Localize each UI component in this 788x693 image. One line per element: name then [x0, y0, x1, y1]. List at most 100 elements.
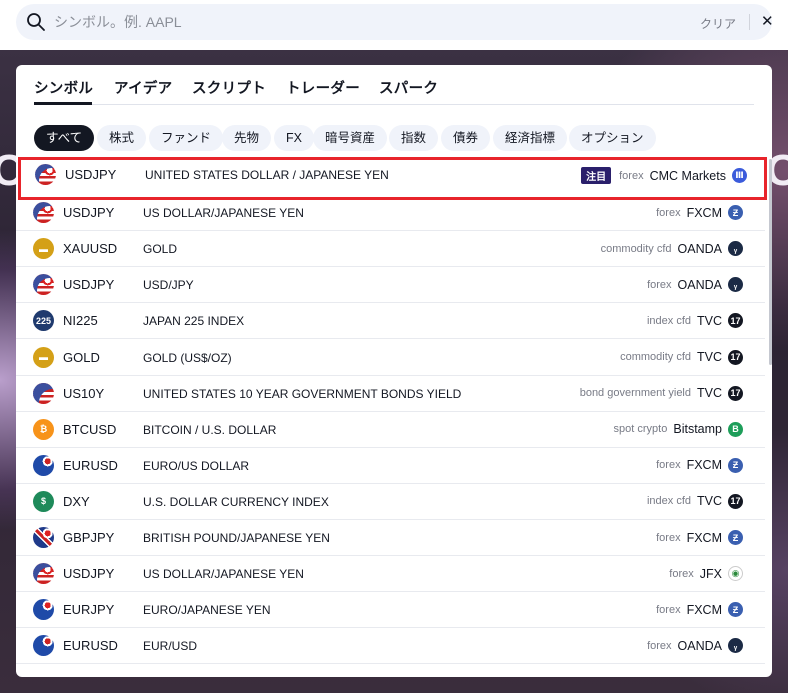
- tab-sparks[interactable]: スパーク: [379, 77, 438, 98]
- result-symbol: USDJPY: [63, 205, 115, 221]
- result-type: forex: [656, 206, 681, 219]
- result-description: US DOLLAR/JAPANESE YEN: [143, 206, 304, 221]
- result-exchange: FXCM: [686, 205, 722, 220]
- result-source: forex OANDA ᵧ: [647, 638, 743, 654]
- result-description: GOLD (US$/OZ): [143, 350, 232, 365]
- us-jp-flag-icon: [33, 274, 54, 296]
- search-results-panel: シンボル アイデア スクリプト トレーダー スパーク すべて 株式 ファンド 先…: [16, 65, 772, 677]
- result-row[interactable]: GBPJPY BRITISH POUND/JAPANESE YEN forex FXC…: [16, 520, 765, 556]
- clear-button[interactable]: クリア: [700, 15, 736, 32]
- search-icon: [27, 13, 45, 31]
- result-description: U.S. DOLLAR CURRENCY INDEX: [143, 494, 329, 509]
- result-type: forex: [619, 169, 644, 182]
- scrollbar[interactable]: [769, 159, 772, 365]
- result-exchange: TVC: [697, 386, 722, 401]
- filter-futures[interactable]: 先物: [222, 125, 272, 151]
- close-icon[interactable]: ✕: [761, 14, 774, 30]
- result-source: index cfd TVC 17: [647, 493, 743, 509]
- result-symbol: GOLD: [63, 349, 100, 365]
- tab-traders[interactable]: トレーダー: [286, 77, 360, 98]
- result-row[interactable]: USDJPY USD/JPY forex OANDA ᵧ: [16, 267, 765, 304]
- filter-stocks[interactable]: 株式: [97, 125, 147, 151]
- result-type: forex: [647, 278, 672, 291]
- result-exchange: OANDA: [677, 241, 722, 256]
- result-description: BITCOIN / U.S. DOLLAR: [143, 422, 277, 437]
- tab-ideas[interactable]: アイデア: [114, 77, 172, 98]
- result-symbol: USDJPY: [63, 277, 115, 293]
- filter-bonds[interactable]: 債券: [441, 125, 491, 151]
- ni225-icon: 225: [33, 310, 54, 332]
- gb-jp-flag-icon: [33, 527, 54, 548]
- eu-jp-flag-icon: [33, 599, 54, 621]
- fxcm-logo-icon: Ƶ: [728, 602, 743, 618]
- search-input[interactable]: [54, 4, 654, 40]
- result-type: index cfd: [646, 314, 691, 327]
- filter-all[interactable]: すべて: [34, 125, 95, 151]
- tab-symbols[interactable]: シンボル: [34, 77, 93, 98]
- result-description: EURO/JAPANESE YEN: [143, 603, 271, 618]
- result-symbol: NI225: [63, 313, 98, 329]
- eu-us-flag-icon: [33, 454, 54, 476]
- result-row[interactable]: USDJPY US DOLLAR/JAPANESE YEN forex FXCM Ƶ: [16, 195, 765, 232]
- result-symbol: DXY: [63, 493, 90, 509]
- result-symbol: BTCUSD: [63, 421, 117, 437]
- result-source: forex FXCM Ƶ: [656, 530, 743, 545]
- result-description: GOLD: [143, 242, 178, 257]
- result-row[interactable]: USDJPY US DOLLAR/JAPANESE YEN forex JFX ◉: [16, 556, 765, 593]
- result-exchange: JFX: [699, 566, 722, 581]
- us-jp-flag-icon: [33, 563, 54, 585]
- result-row[interactable]: ▬ GOLD GOLD (US$/OZ) commodity cfd TVC 17: [16, 340, 765, 376]
- filter-options[interactable]: オプション: [569, 125, 656, 151]
- result-type: spot crypto: [613, 423, 668, 436]
- result-description: EUR/USD: [143, 639, 198, 654]
- result-exchange: Bitstamp: [673, 422, 722, 437]
- eu-us-flag-icon: [33, 635, 54, 657]
- us-jp-flag-icon: [35, 164, 56, 185]
- result-row[interactable]: US10Y UNITED STATES 10 YEAR GOVERNMENT BO…: [16, 376, 765, 412]
- result-exchange: FXCM: [686, 602, 722, 617]
- result-description: JAPAN 225 INDEX: [143, 314, 245, 329]
- result-row-selected[interactable]: USDJPY UNITED STATES DOLLAR / JAPANESE YE…: [18, 157, 767, 200]
- result-source: spot crypto Bitstamp B: [613, 421, 743, 437]
- result-exchange: TVC: [697, 313, 722, 328]
- result-row[interactable]: EURUSD EURO/US DOLLAR forex FXCM Ƶ: [16, 448, 765, 484]
- search-box[interactable]: クリア ✕: [16, 4, 774, 40]
- result-row[interactable]: ▬ XAUUSD GOLD commodity cfd OANDA ᵧ: [16, 231, 765, 268]
- result-type: commodity cfd: [600, 242, 672, 255]
- result-source: forex JFX ◉: [669, 566, 743, 582]
- tvc-logo-icon: 17: [728, 313, 743, 329]
- result-description: BRITISH POUND/JAPANESE YEN: [143, 531, 330, 545]
- result-description: UNITED STATES DOLLAR / JAPANESE YEN: [145, 168, 389, 182]
- result-row[interactable]: 225 NI225 JAPAN 225 INDEX index cfd TVC 17: [16, 303, 765, 340]
- result-type: forex: [656, 531, 681, 544]
- bitcoin-icon: ₿: [33, 418, 54, 440]
- result-row[interactable]: $ DXY U.S. DOLLAR CURRENCY INDEX index cfd T…: [16, 484, 765, 520]
- result-type: commodity cfd: [620, 351, 691, 363]
- result-symbol: XAUUSD: [63, 241, 118, 257]
- cmc-markets-logo-icon: Ⅲ: [732, 168, 747, 183]
- result-row[interactable]: EURJPY EURO/JAPANESE YEN forex FXCM Ƶ: [16, 592, 765, 629]
- fxcm-logo-icon: Ƶ: [728, 530, 743, 545]
- result-source: commodity cfd OANDA ᵧ: [600, 241, 743, 257]
- result-symbol: US10Y: [63, 385, 105, 401]
- filter-funds[interactable]: ファンド: [149, 125, 224, 151]
- result-symbol: USDJPY: [63, 566, 115, 582]
- result-symbol: GBPJPY: [63, 530, 115, 545]
- gold-bars-icon: ▬: [33, 238, 54, 260]
- result-description: US DOLLAR/JAPANESE YEN: [143, 567, 304, 582]
- tvc-logo-icon: 17: [728, 349, 743, 365]
- result-row[interactable]: EURUSD EUR/USD forex OANDA ᵧ: [16, 628, 765, 665]
- top-bar: クリア ✕: [0, 0, 788, 50]
- result-source: forex FXCM Ƶ: [656, 205, 743, 221]
- result-type: forex: [669, 567, 694, 580]
- result-row[interactable]: ₿ BTCUSD BITCOIN / U.S. DOLLAR spot crypto B…: [16, 412, 765, 448]
- filter-fx[interactable]: FX: [274, 125, 314, 151]
- result-exchange: FXCM: [686, 458, 722, 473]
- filter-economy[interactable]: 経済指標: [493, 125, 568, 151]
- result-source: bond government yield TVC 17: [580, 385, 743, 401]
- filter-crypto[interactable]: 暗号資産: [313, 125, 388, 151]
- filter-indices[interactable]: 指数: [389, 125, 439, 151]
- tab-scripts[interactable]: スクリプト: [192, 77, 266, 98]
- dollar-icon: $: [33, 490, 54, 512]
- result-type: forex: [647, 639, 672, 652]
